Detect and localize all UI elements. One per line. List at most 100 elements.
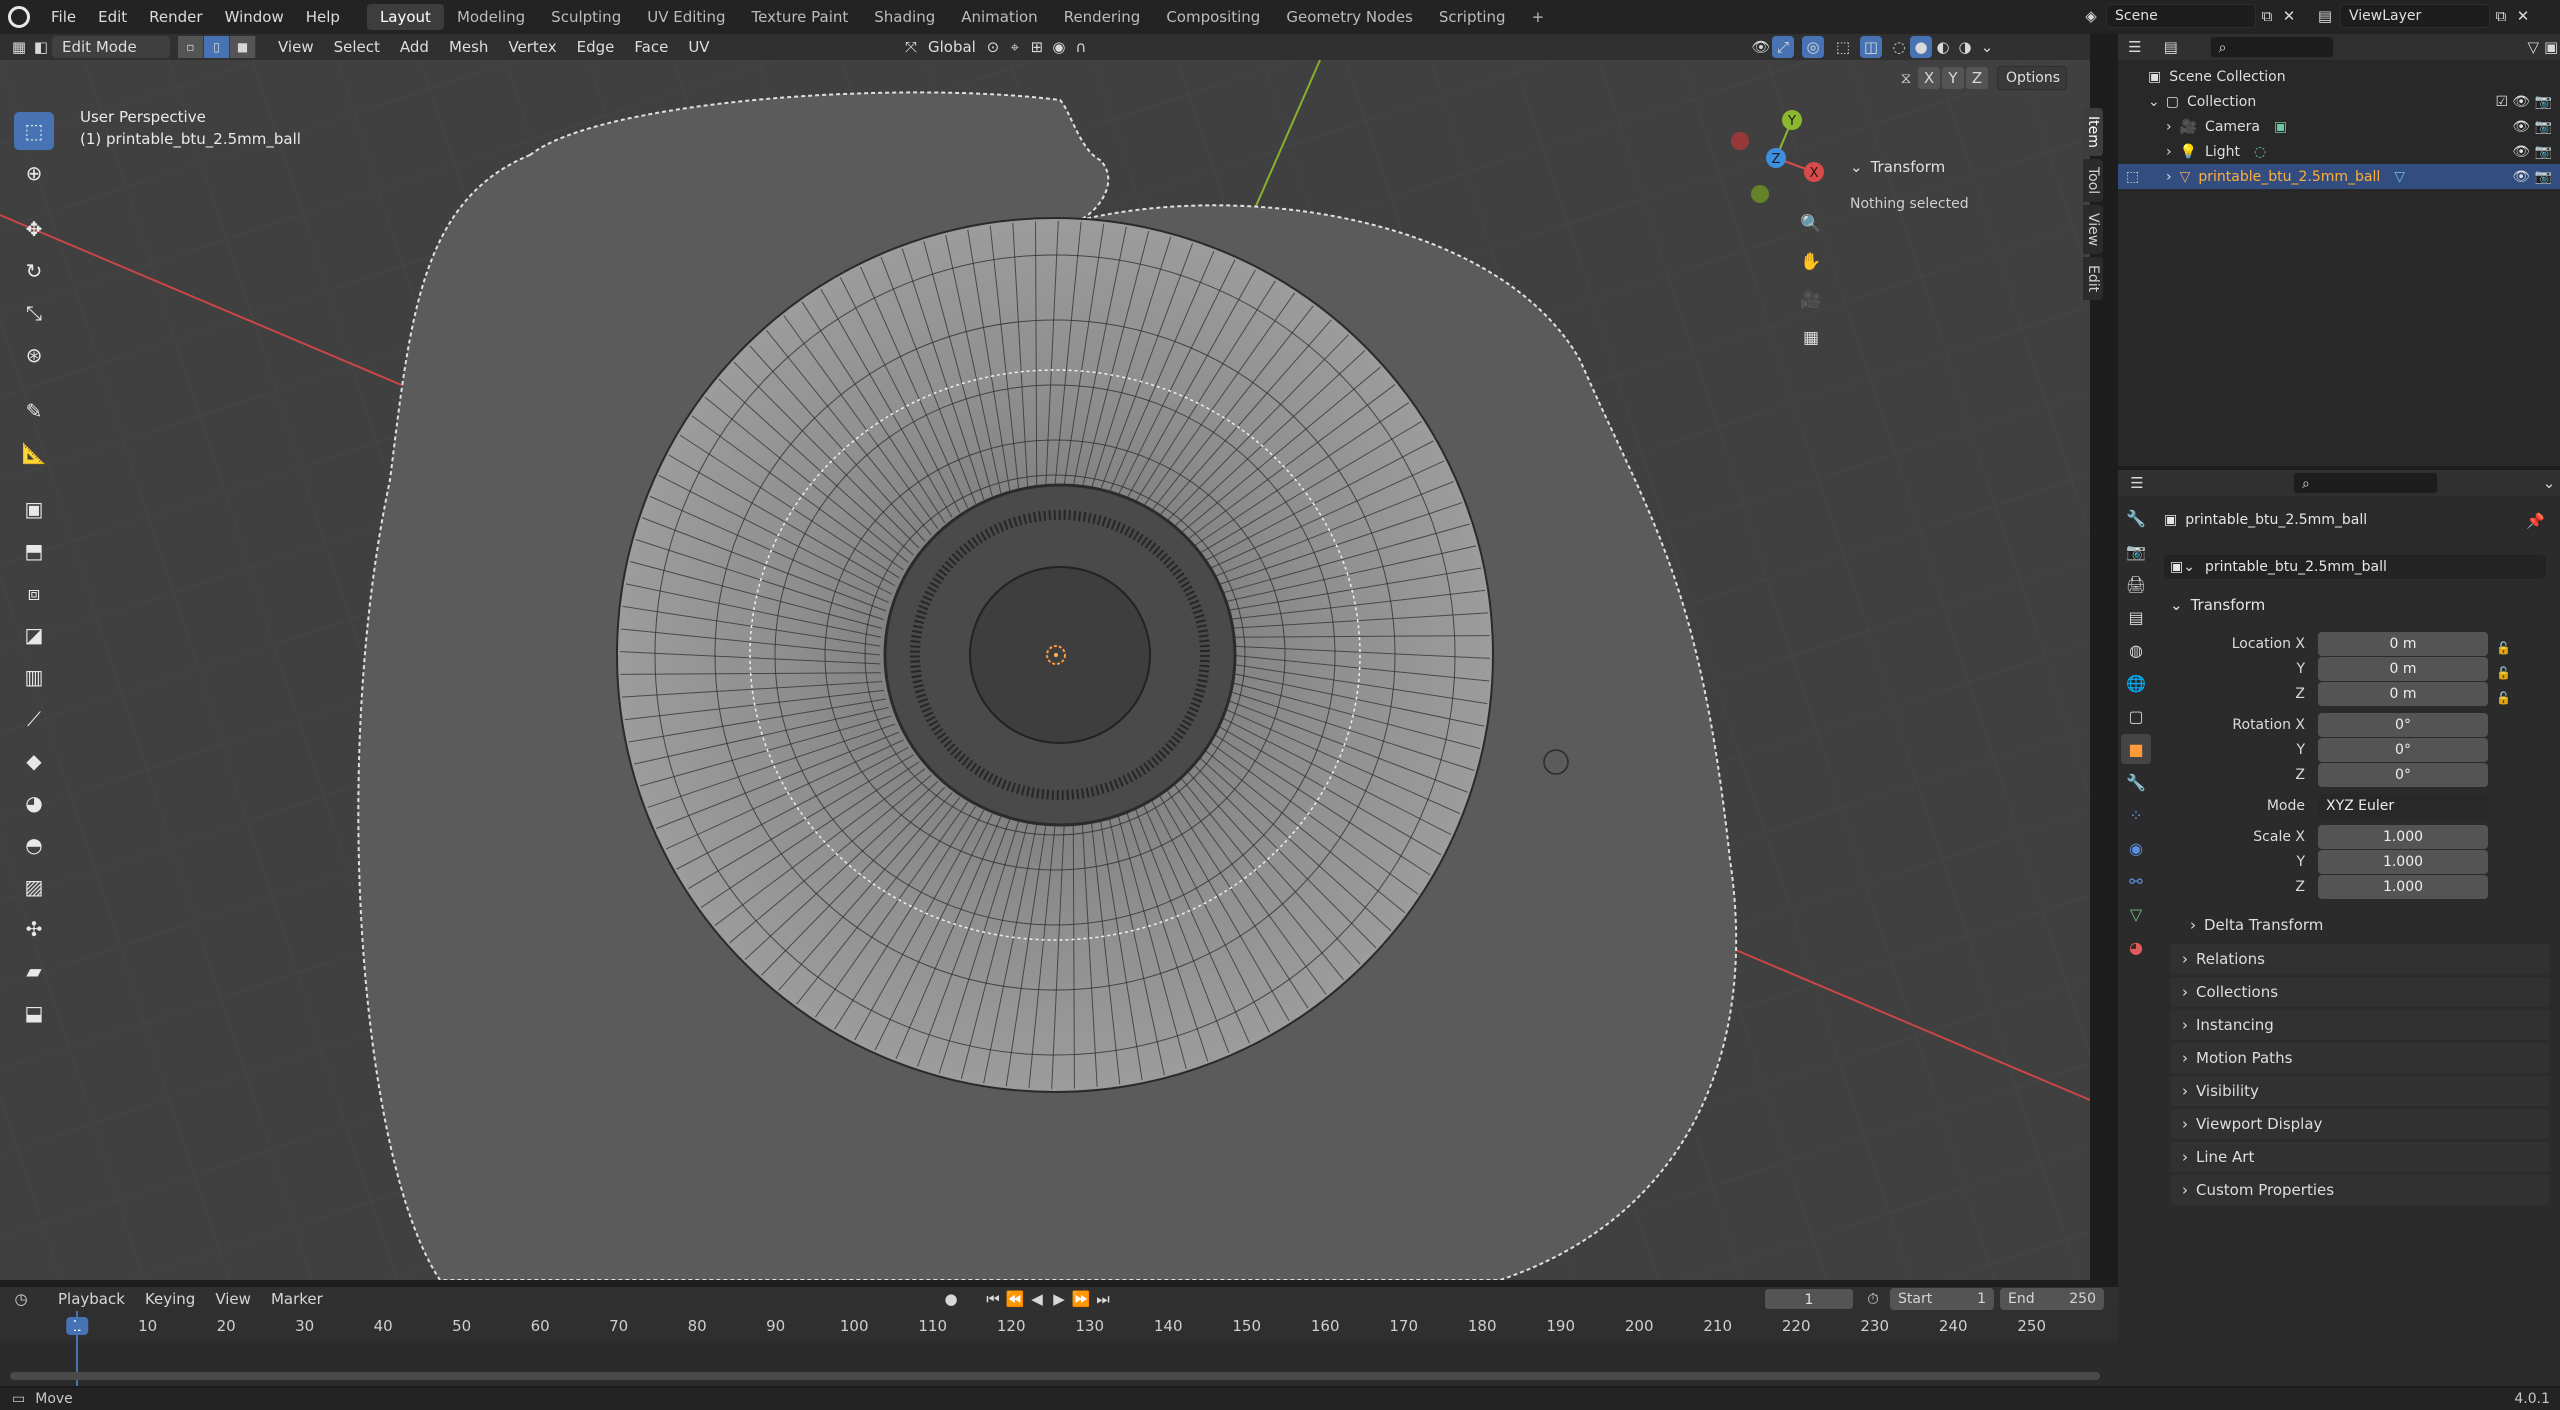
workspace-tab-modeling[interactable]: Modeling [444,4,538,30]
delete-scene-icon[interactable]: ✕ [2278,5,2300,27]
extrude-tool-icon[interactable]: ⬒ [14,532,54,570]
gizmo-neg-y-axis[interactable] [1751,185,1769,203]
view-layer-icon[interactable]: ▤ [2314,5,2336,27]
jump-keyframe-back-icon[interactable]: ⏪ [1004,1288,1026,1310]
bevel-tool-icon[interactable]: ◪ [14,616,54,654]
snap-target-icon[interactable]: ⊞ [1026,36,1048,58]
rip-tool-icon[interactable]: ⬓ [14,994,54,1032]
pivot-icon[interactable]: ⊙ [982,36,1004,58]
shrink-fatten-tool-icon[interactable]: ✣ [14,910,54,948]
options-dropdown[interactable]: Options [1997,66,2067,90]
menu-keying[interactable]: Keying [135,1290,205,1308]
display-mode-icon[interactable]: ▤ [2162,36,2180,58]
location-z-field[interactable]: 0 m [2318,682,2488,706]
select-box-tool-icon[interactable]: ⬚ [14,112,54,150]
camera-view-icon[interactable]: 🎥 [1795,284,1827,316]
menu-view[interactable]: View [268,38,324,56]
render-camera-icon[interactable]: 📷 [2535,169,2552,185]
add-cube-tool-icon[interactable]: ▣ [14,490,54,528]
pin-icon[interactable]: 📌 [2526,512,2545,530]
menu-render[interactable]: Render [138,0,213,34]
panel-instancing[interactable]: › Instancing [2170,1010,2550,1040]
annotate-tool-icon[interactable]: ✎ [14,392,54,430]
menu-marker[interactable]: Marker [261,1290,333,1308]
scale-y-field[interactable]: 1.000 [2318,850,2488,874]
menu-edge[interactable]: Edge [567,38,625,56]
menu-add[interactable]: Add [390,38,439,56]
editor-type-icon[interactable]: ▦ [8,36,30,58]
rotation-x-field[interactable]: 0° [2318,713,2488,737]
render-camera-icon[interactable]: 📷 [2535,94,2552,110]
render-camera-icon[interactable]: 📷 [2535,144,2552,160]
new-view-layer-icon[interactable]: ⧉ [2490,5,2512,27]
menu-select[interactable]: Select [324,38,390,56]
delta-transform-header[interactable]: › Delta Transform [2190,916,2323,934]
wireframe-shading-icon[interactable]: ◌ [1888,36,1910,58]
data-properties-icon[interactable]: ▽ [2121,899,2151,929]
material-properties-icon[interactable]: ◕ [2121,932,2151,962]
play-reverse-icon[interactable]: ◀ [1026,1288,1048,1310]
jump-keyframe-forward-icon[interactable]: ⏩ [1070,1288,1092,1310]
panel-visibility[interactable]: › Visibility [2170,1076,2550,1106]
outliner-scene-collection[interactable]: ▣ Scene Collection [2118,64,2560,89]
play-icon[interactable]: ▶ [1048,1288,1070,1310]
jump-end-icon[interactable]: ⏭ [1092,1288,1114,1310]
outliner-collection[interactable]: ⌄ ▢ Collection ☑ 👁 📷 [2118,89,2560,114]
smooth-tool-icon[interactable]: ◓ [14,826,54,864]
xray-toggle-icon[interactable]: ◫ [1860,36,1882,58]
menu-face[interactable]: Face [624,38,678,56]
menu-mesh[interactable]: Mesh [439,38,499,56]
outliner-editor-type-icon[interactable]: ☰ [2126,36,2144,58]
properties-search-input[interactable]: ⌕ [2293,472,2438,494]
scale-z-field[interactable]: 1.000 [2318,875,2488,899]
menu-help[interactable]: Help [295,0,351,34]
poly-build-tool-icon[interactable]: ◆ [14,742,54,780]
outliner-mesh-object[interactable]: ⬚ › ▽ printable_btu_2.5mm_ball ▽ 👁 📷 [2118,164,2560,189]
panel-custom-properties[interactable]: › Custom Properties [2170,1175,2550,1205]
new-scene-icon[interactable]: ⧉ [2256,5,2278,27]
view-layer-properties-icon[interactable]: ▤ [2121,602,2151,632]
expand-arrow-icon[interactable]: › [2166,119,2172,135]
inset-tool-icon[interactable]: ⧈ [14,574,54,612]
location-y-field[interactable]: 0 m [2318,657,2488,681]
workspace-tab-animation[interactable]: Animation [948,4,1050,30]
location-x-field[interactable]: 0 m [2318,632,2488,656]
expand-arrow-icon[interactable]: › [2166,169,2172,185]
panel-line-art[interactable]: › Line Art [2170,1142,2550,1172]
tab-view[interactable]: View [2083,205,2103,255]
tab-tool[interactable]: Tool [2083,158,2103,203]
menu-timeline-view[interactable]: View [205,1290,261,1308]
edge-select-icon[interactable]: ▯ [204,36,230,58]
face-select-icon[interactable]: ■ [230,36,256,58]
properties-editor-type-icon[interactable]: ☰ [2126,472,2148,494]
spin-tool-icon[interactable]: ◕ [14,784,54,822]
lock-icon[interactable]: 🔓 [2496,636,2511,661]
workspace-tab-sculpting[interactable]: Sculpting [538,4,634,30]
knife-tool-icon[interactable]: ⟋ [14,700,54,738]
loop-cut-tool-icon[interactable]: ▥ [14,658,54,696]
gizmo-neg-x-axis[interactable] [1731,132,1749,150]
mirror-z-toggle[interactable]: Z [1966,67,1988,89]
snap-icon[interactable]: ⌖ [1004,36,1026,58]
eye-icon[interactable]: 👁 [2512,94,2530,110]
jump-start-icon[interactable]: ⏮ [982,1288,1004,1310]
menu-playback[interactable]: Playback [48,1290,135,1308]
falloff-icon[interactable]: ∩ [1070,36,1092,58]
proportional-edit-icon[interactable]: ◉ [1048,36,1070,58]
workspace-tab-compositing[interactable]: Compositing [1153,4,1273,30]
workspace-tab-rendering[interactable]: Rendering [1051,4,1154,30]
menu-uv[interactable]: UV [678,38,719,56]
view-layer-field[interactable]: ViewLayer [2340,4,2490,28]
render-properties-icon[interactable]: 📷 [2121,536,2151,566]
gizmo-toggle-icon[interactable]: ⤢ [1772,36,1794,58]
material-shading-icon[interactable]: ◐ [1932,36,1954,58]
transform-orientation-dropdown[interactable]: Global [922,38,982,56]
object-browse-icon[interactable]: ▣⌄ [2170,559,2195,575]
visibility-icon[interactable]: 👁 [1750,36,1772,58]
timeline-area[interactable]: 1102030405060708090100110120130140150160… [0,1311,2118,1386]
ortho-toggle-icon[interactable]: ▦ [1795,322,1827,354]
expand-arrow-icon[interactable]: ⌄ [2148,94,2160,110]
overlay-toggle-icon[interactable]: ◎ [1802,36,1824,58]
shading-options-icon[interactable]: ⌄ [1976,36,1998,58]
pan-hand-icon[interactable]: ✋ [1795,246,1827,278]
